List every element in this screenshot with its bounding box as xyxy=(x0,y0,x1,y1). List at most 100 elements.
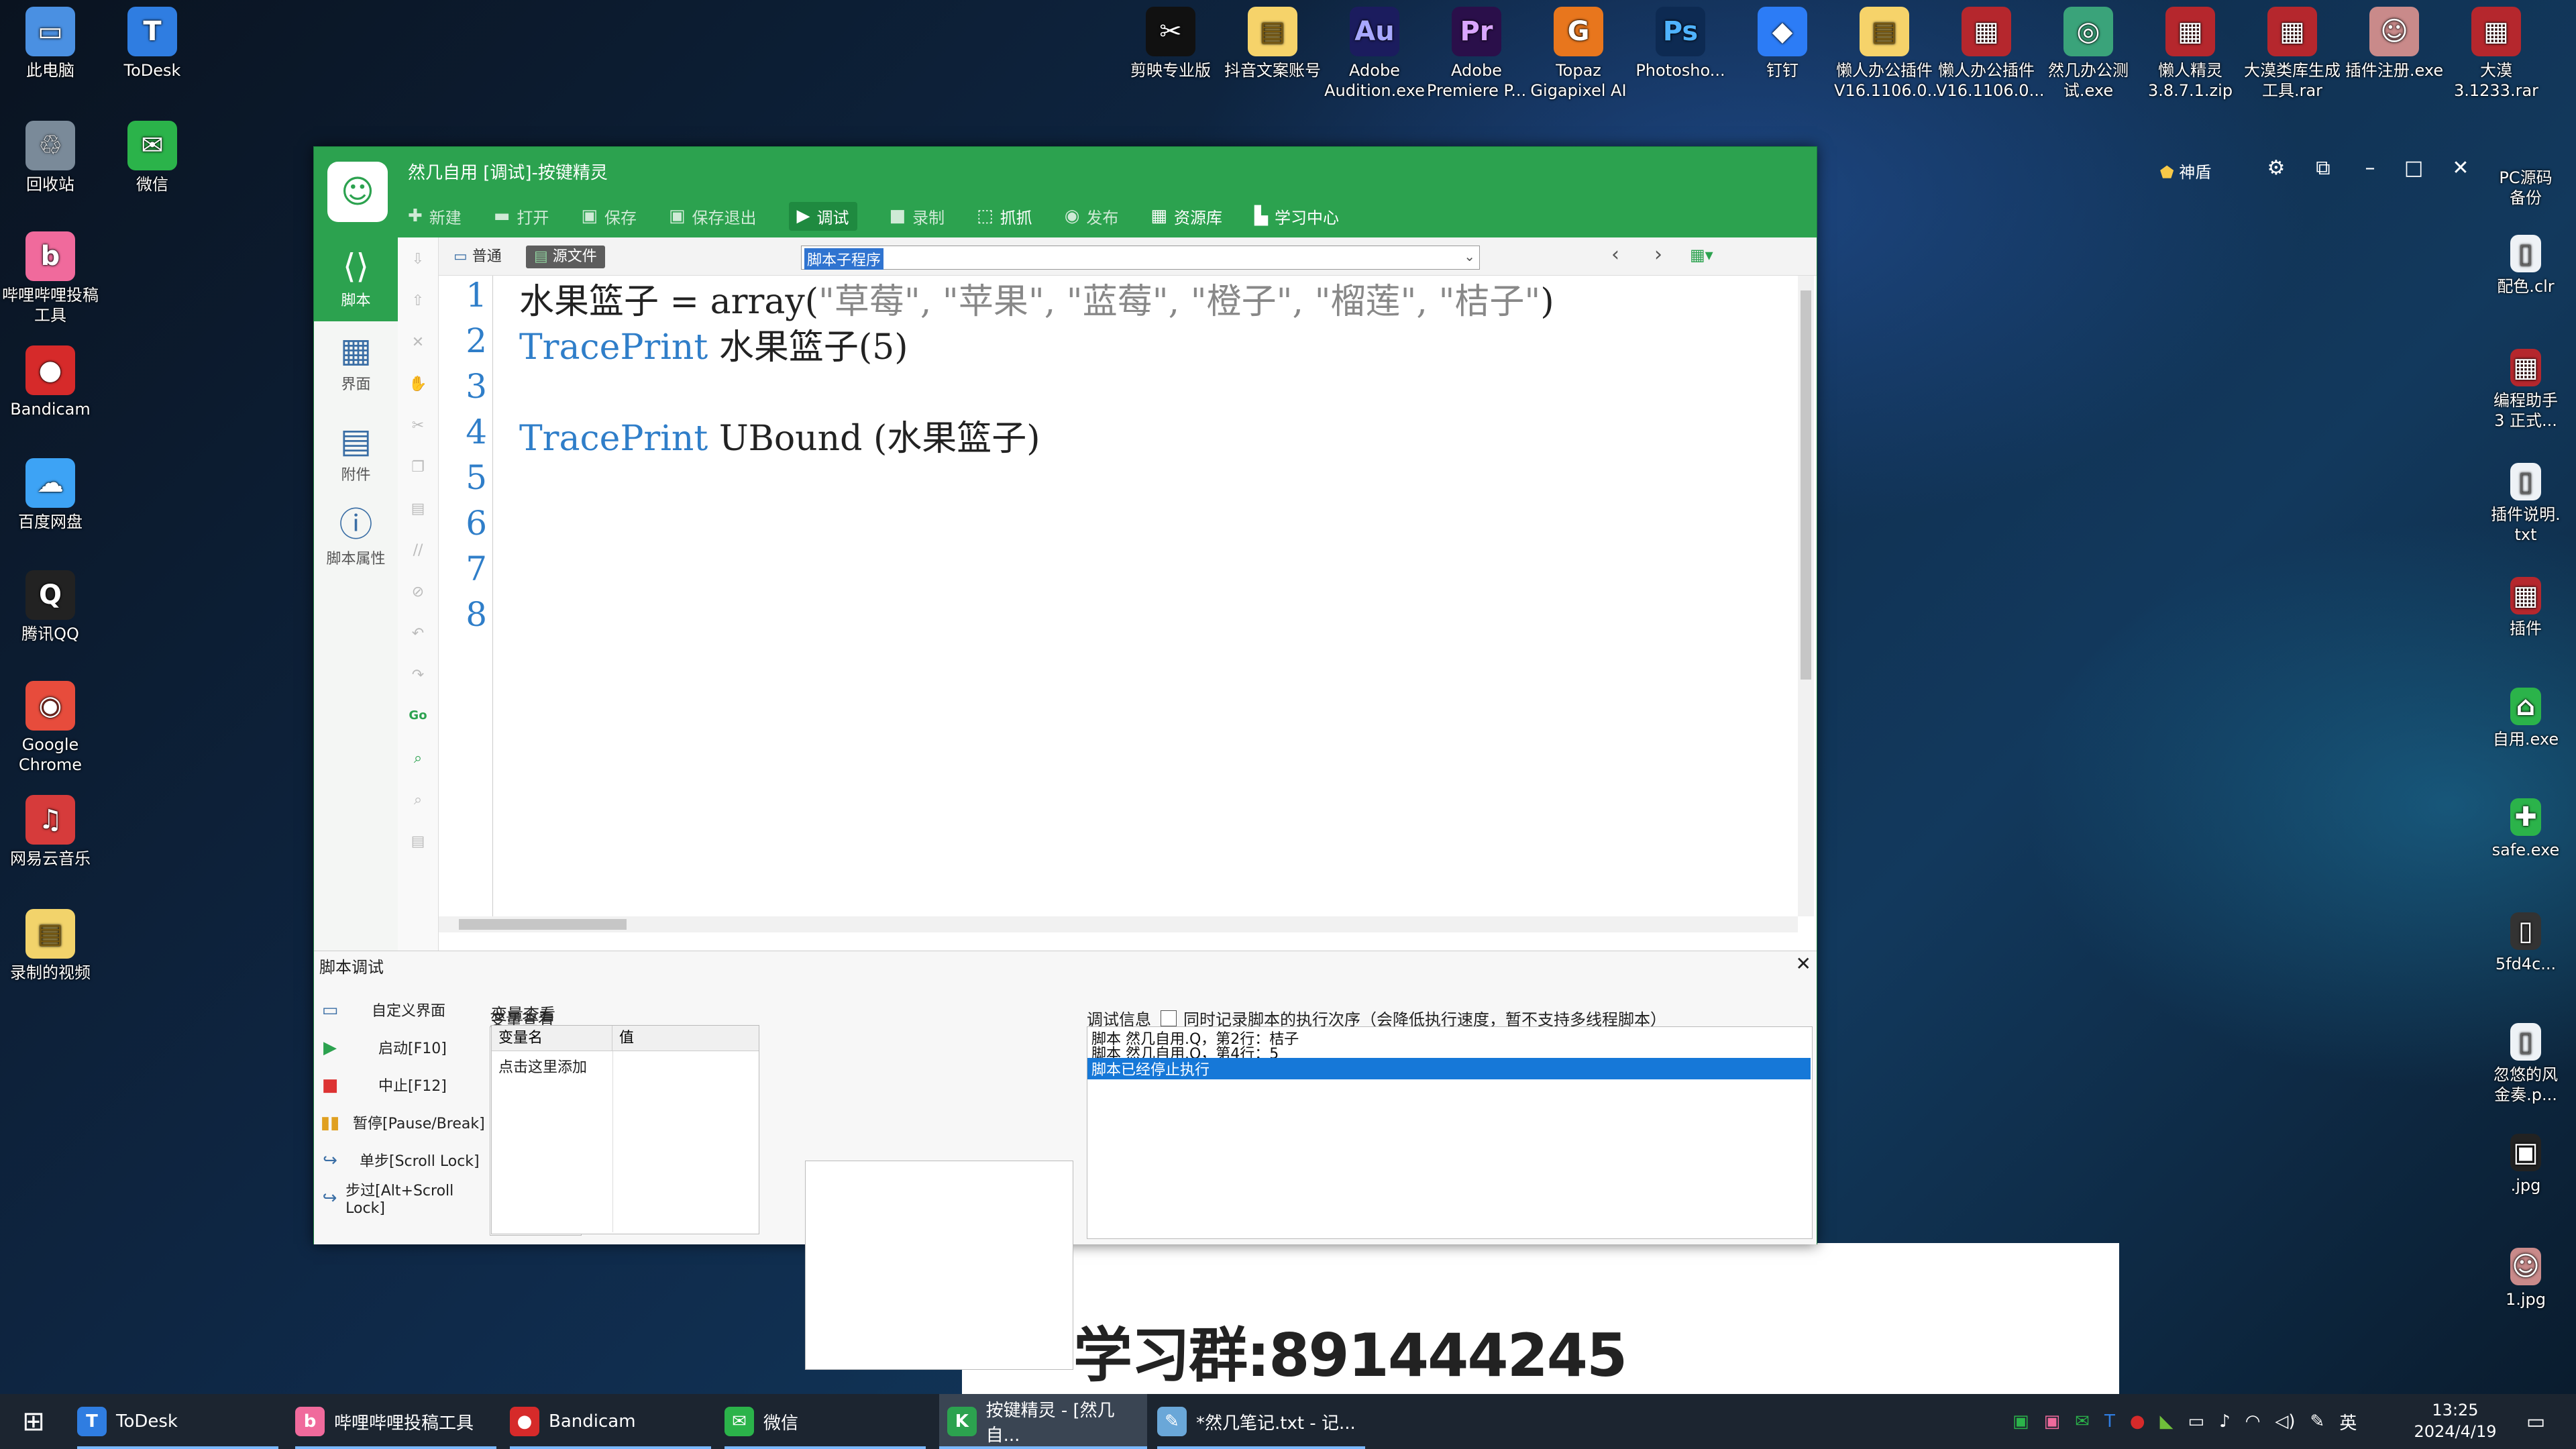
desktop-icon-douyin-folder[interactable]: ▤ 抖音文案账号 xyxy=(1222,7,1323,80)
var-col-name-header[interactable]: 变量名 xyxy=(492,1026,612,1051)
desktop-icon-right-7[interactable]: ▯ 5fd4c... xyxy=(2475,912,2576,974)
desktop-icon-lazy-sprite-zip[interactable]: ▦ 懒人精灵 3.8.7.1.zip xyxy=(2140,7,2241,101)
new-button[interactable]: ✚ 新建 xyxy=(408,205,462,228)
debug-info-output[interactable]: 脚本 然几自用.Q，第2行：桔子 脚本 然几自用.Q，第4行：5 脚本已经停止执… xyxy=(1087,1026,1813,1239)
start-button[interactable]: ▶ 启动[F10] xyxy=(319,1030,494,1064)
tray-pen-icon[interactable]: ✎ xyxy=(2310,1411,2325,1432)
taskbar-item-bilibili[interactable]: b 哔哩哔哩投稿工具 xyxy=(295,1394,496,1449)
tray-nvidia-icon[interactable]: ◣ xyxy=(2160,1411,2174,1432)
debug-close-icon[interactable]: ✕ xyxy=(1796,953,1811,975)
desktop-icon-chrome[interactable]: ◉ Google Chrome xyxy=(0,681,101,775)
desktop-icon-netease-music[interactable]: ♫ 网易云音乐 xyxy=(0,795,101,869)
tray-network-icon[interactable]: ◠ xyxy=(2245,1411,2261,1432)
start-button[interactable]: ⊞ xyxy=(13,1394,54,1449)
desktop-icon-todesk[interactable]: T ToDesk xyxy=(102,7,203,80)
window-titlebar[interactable]: ☺ 然几自用 [调试]-按键精灵 ⬟ 神盾 ⚙ ⧉ – □ ✕ ✚ 新建 ▬ 打开 … xyxy=(314,147,2469,237)
vertical-scrollbar[interactable] xyxy=(1798,276,1814,916)
close-icon[interactable]: ✕ xyxy=(2444,156,2477,180)
desktop-icon-right-10[interactable]: ☺ 1.jpg xyxy=(2475,1248,2576,1309)
horizontal-scrollbar[interactable] xyxy=(439,916,1798,932)
desktop-icon-right-4[interactable]: ▦ 插件 xyxy=(2475,577,2576,639)
restore-window-icon[interactable]: ⧉ xyxy=(2306,156,2340,180)
desktop-icon-right-3[interactable]: ▯ 插件说明. txt xyxy=(2475,463,2576,545)
replace-icon[interactable]: ⌕ xyxy=(408,792,428,812)
step-button[interactable]: ↪ 单步[Scroll Lock] xyxy=(319,1143,494,1177)
record-order-checkbox[interactable] xyxy=(1161,1010,1177,1026)
desktop-icon-dingtalk[interactable]: ◆ 钉钉 xyxy=(1732,7,1833,80)
tray-battery-icon[interactable]: ▭ xyxy=(2188,1411,2205,1432)
vertical-scroll-thumb[interactable] xyxy=(1801,290,1811,680)
tray-ime-indicator[interactable]: 英 xyxy=(2339,1409,2357,1434)
desktop-icon-bilibili-uploader[interactable]: b 哔哩哔哩投稿 工具 xyxy=(0,231,101,325)
tray-microphone-icon[interactable]: ♪ xyxy=(2219,1411,2231,1432)
desktop-icon-right-6[interactable]: ✚ safe.exe xyxy=(2475,798,2576,860)
desktop-icon-right-0[interactable]: PC源码 备份 xyxy=(2475,168,2576,208)
desktop-icon-lazy-office-2[interactable]: ▦ 懒人办公插件 V16.1106.0... xyxy=(1936,7,2044,101)
forward-arrow-icon[interactable]: › xyxy=(1654,243,1662,266)
taskbar-item-wechat[interactable]: ✉ 微信 xyxy=(724,1394,926,1449)
desktop-icon-audition[interactable]: Au Adobe Audition.exe xyxy=(1324,7,1425,101)
cut-icon[interactable]: ✂ xyxy=(408,417,428,437)
tray-volume-icon[interactable]: ◁) xyxy=(2275,1411,2295,1432)
add-variable-link[interactable]: 点击这里添加 xyxy=(498,1055,587,1077)
tray-wechat-icon[interactable]: ✉ xyxy=(2075,1411,2090,1432)
minimize-icon[interactable]: – xyxy=(2353,156,2387,180)
save-button[interactable]: ▣ 保存 xyxy=(581,205,637,228)
find-icon[interactable]: ⌕ xyxy=(408,750,428,770)
settings-icon[interactable]: ⚙ xyxy=(2259,156,2293,180)
custom-ui-button[interactable]: ▭ 自定义界面 xyxy=(319,993,494,1026)
open-button[interactable]: ▬ 打开 xyxy=(494,205,549,228)
desktop-icon-plugin-register[interactable]: ☺ 插件注册.exe xyxy=(2344,7,2445,80)
nav-script[interactable]: ⟨⟩ 脚本 xyxy=(314,237,398,321)
desktop-icon-this-pc[interactable]: ▭ 此电脑 xyxy=(0,7,101,80)
desktop-icon-capcut[interactable]: ✂ 剪映专业版 xyxy=(1120,7,1221,80)
move-down-icon[interactable]: ⇩ xyxy=(408,251,428,271)
desktop-icon-photoshop[interactable]: Ps Photosho... xyxy=(1630,7,1731,80)
desktop-icon-lazy-office-1[interactable]: ▤ 懒人办公插件 V16.1106.0... xyxy=(1834,7,1942,101)
goto-icon[interactable]: Go xyxy=(408,708,428,729)
record-button[interactable]: ■ 录制 xyxy=(890,205,945,228)
publish-button[interactable]: ◉ 发布 xyxy=(1065,205,1119,228)
tray-app-icon[interactable]: ▣ xyxy=(2044,1411,2061,1432)
taskbar-clock[interactable]: 13:25 2024/4/19 xyxy=(2408,1399,2502,1442)
desktop-icon-baidu-netdisk[interactable]: ☁ 百度网盘 xyxy=(0,458,101,532)
redo-icon[interactable]: ↷ xyxy=(408,667,428,687)
learning-center-button[interactable]: ▙ 学习中心 xyxy=(1254,205,1339,228)
resource-library-button[interactable]: ▦ 资源库 xyxy=(1150,205,1222,228)
back-arrow-icon[interactable]: ‹ xyxy=(1611,243,1619,266)
desktop-icon-bandicam[interactable]: ● Bandicam xyxy=(0,345,101,419)
tray-app-icon[interactable]: ▣ xyxy=(2012,1411,2029,1432)
maximize-icon[interactable]: □ xyxy=(2397,156,2430,180)
save-exit-button[interactable]: ▣ 保存退出 xyxy=(669,205,757,228)
desktop-icon-premiere[interactable]: Pr Adobe Premiere P... xyxy=(1426,7,1527,101)
desktop-icon-right-1[interactable]: ▯ 配色.clr xyxy=(2475,235,2576,297)
stop-button[interactable]: ■ 中止[F12] xyxy=(319,1068,494,1102)
vip-badge[interactable]: ⬟ 神盾 xyxy=(2145,159,2226,182)
desktop-icon-office-test[interactable]: ◎ 然几办公测 试.exe xyxy=(2038,7,2139,101)
uncomment-icon[interactable]: ⊘ xyxy=(408,584,428,604)
tab-normal[interactable]: ▭ 普通 xyxy=(445,246,510,268)
desktop-icon-recycle-bin[interactable]: ♲ 回收站 xyxy=(0,121,101,195)
desktop-icon-damo-tool[interactable]: ▦ 大漠类库生成 工具.rar xyxy=(2242,7,2343,101)
taskbar-item-todesk[interactable]: T ToDesk xyxy=(77,1394,278,1449)
debug-button[interactable]: ▶ 调试 xyxy=(788,201,857,231)
notification-button[interactable]: ▭ xyxy=(2512,1394,2559,1449)
capture-button[interactable]: ⬚ 抓抓 xyxy=(977,205,1032,228)
nav-attachment[interactable]: ▤ 附件 xyxy=(314,419,398,499)
desktop-icon-damo-rar[interactable]: ▦ 大漠 3.1233.rar xyxy=(2446,7,2546,101)
nav-script-properties[interactable]: ⓘ 脚本属性 xyxy=(314,502,398,583)
desktop-icon-right-9[interactable]: ▣ .jpg xyxy=(2475,1134,2576,1195)
tray-todesk-icon[interactable]: T xyxy=(2104,1411,2115,1432)
format-icon[interactable]: ▤ xyxy=(408,833,428,853)
copy-icon[interactable]: ❐ xyxy=(408,459,428,479)
hand-icon[interactable]: ✋ xyxy=(408,376,428,396)
move-up-icon[interactable]: ⇧ xyxy=(408,292,428,313)
desktop-icon-right-8[interactable]: ▯ 忽悠的风 金奏.p... xyxy=(2475,1023,2576,1105)
tray-record-icon[interactable]: ● xyxy=(2130,1411,2145,1432)
taskbar-item-button-wizard[interactable]: K 按键精灵 - [然几自... xyxy=(939,1394,1147,1449)
desktop-icon-wechat[interactable]: ✉ 微信 xyxy=(102,121,203,195)
desktop-icon-right-5[interactable]: ⌂ 自用.exe xyxy=(2475,688,2576,749)
undo-icon[interactable]: ↶ xyxy=(408,625,428,645)
desktop-icon-topaz[interactable]: G Topaz Gigapixel AI xyxy=(1528,7,1629,101)
layout-icon[interactable]: ▦▾ xyxy=(1690,246,1713,264)
